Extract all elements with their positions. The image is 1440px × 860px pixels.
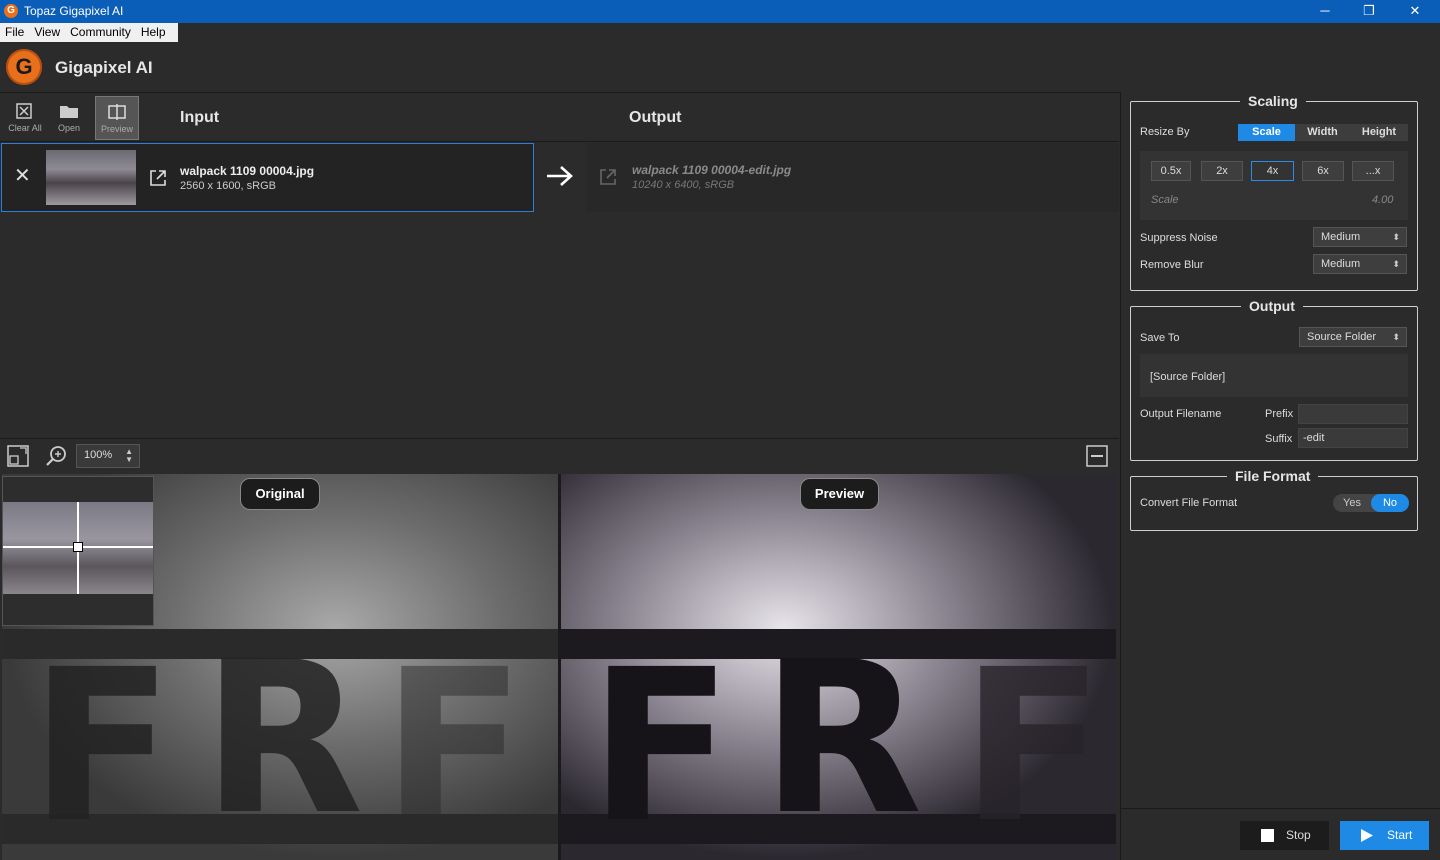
- prefix-label: Prefix: [1265, 408, 1294, 420]
- toggle-yes[interactable]: Yes: [1343, 497, 1361, 509]
- input-header: Input: [180, 109, 220, 126]
- open-button[interactable]: Open: [47, 96, 91, 140]
- output-title: Output: [1241, 298, 1303, 314]
- open-label: Open: [57, 123, 81, 133]
- stop-button[interactable]: Stop: [1240, 821, 1329, 850]
- stop-icon: [1261, 829, 1274, 842]
- stop-label: Stop: [1286, 828, 1311, 842]
- output-header: Output: [629, 109, 682, 126]
- zoom-value: 100%: [84, 449, 113, 461]
- suppress-noise-label: Suppress Noise: [1140, 232, 1218, 244]
- convert-format-label: Convert File Format: [1140, 497, 1238, 509]
- scale-4x-button[interactable]: 4x: [1251, 161, 1294, 181]
- app-icon: G: [4, 4, 18, 18]
- viewer-toolbar: [0, 438, 1119, 473]
- title-bar: G Topaz Gigapixel AI ─ ❐ ✕: [0, 0, 1440, 23]
- gigapixel-logo-icon: G: [6, 49, 42, 85]
- scale-label: Scale: [1151, 194, 1179, 206]
- preview-icon: [108, 104, 126, 120]
- restore-button[interactable]: ❐: [1346, 0, 1392, 23]
- save-to-label: Save To: [1140, 332, 1180, 344]
- play-icon: [1361, 829, 1373, 842]
- scale-value: 4.00: [1372, 194, 1394, 206]
- zoom-icon[interactable]: [44, 444, 68, 468]
- scale-2x-button[interactable]: 2x: [1201, 161, 1243, 181]
- close-window-button[interactable]: ✕: [1392, 0, 1438, 23]
- suffix-label: Suffix: [1265, 433, 1293, 445]
- spinner-icon: ▲ ▼: [125, 447, 133, 464]
- folder-path: [Source Folder]: [1150, 371, 1226, 383]
- arrow-right-icon: [547, 166, 573, 186]
- clear-all-button[interactable]: Clear All: [3, 96, 47, 140]
- file-thumbnail: [46, 150, 136, 205]
- app-name: Gigapixel AI: [55, 58, 153, 77]
- open-external-icon[interactable]: [148, 168, 168, 188]
- preview-button[interactable]: Preview: [95, 96, 139, 140]
- input-file-meta: 2560 x 1600, sRGB: [180, 180, 277, 192]
- zoom-select[interactable]: 100% ▲ ▼: [76, 444, 140, 468]
- suffix-input[interactable]: -edit: [1298, 428, 1408, 448]
- app-header: [0, 42, 1440, 93]
- menu-help[interactable]: Help: [136, 23, 171, 41]
- resize-by-scale[interactable]: Scale: [1238, 124, 1295, 141]
- menu-community[interactable]: Community: [65, 23, 136, 41]
- input-file-row[interactable]: ✕ walpack 1109 00004.jpg 2560 x 1600, sR…: [1, 143, 534, 212]
- scaling-title: Scaling: [1240, 93, 1306, 109]
- minimize-button[interactable]: ─: [1302, 0, 1348, 23]
- updown-arrow-icon: ⬍: [1392, 259, 1400, 269]
- suppress-noise-select[interactable]: Medium ⬍: [1313, 227, 1407, 247]
- updown-arrow-icon: ⬍: [1392, 232, 1400, 242]
- preview-label: Preview: [100, 124, 133, 134]
- scale-custom-button[interactable]: ...x: [1352, 161, 1394, 181]
- remove-blur-label: Remove Blur: [1140, 259, 1204, 271]
- navigator-handle[interactable]: [73, 542, 83, 552]
- folder-path-box[interactable]: [Source Folder]: [1140, 354, 1408, 397]
- collapse-viewer-icon[interactable]: [1085, 444, 1109, 468]
- clear-all-icon: [16, 103, 32, 119]
- divider: [0, 141, 1119, 142]
- scale-6x-button[interactable]: 6x: [1302, 161, 1344, 181]
- start-label: Start: [1387, 828, 1413, 842]
- output-file-meta: 10240 x 6400, sRGB: [632, 179, 735, 191]
- open-external-icon[interactable]: [598, 167, 618, 187]
- clear-all-label: Clear All: [8, 123, 42, 133]
- original-label: Original: [240, 478, 320, 510]
- navigator[interactable]: [2, 476, 154, 626]
- output-file-name: walpack 1109 00004-edit.jpg: [632, 163, 792, 177]
- input-file-name: walpack 1109 00004.jpg: [180, 164, 315, 178]
- toggle-no[interactable]: No: [1371, 494, 1409, 512]
- start-button[interactable]: Start: [1340, 821, 1429, 850]
- fit-view-icon[interactable]: [6, 444, 30, 468]
- resize-by-label: Resize By: [1140, 126, 1190, 138]
- preview-image[interactable]: F R F: [561, 474, 1116, 860]
- scale-0.5x-button[interactable]: 0.5x: [1151, 161, 1191, 181]
- split-divider[interactable]: [558, 474, 561, 860]
- resize-by-height[interactable]: Height: [1350, 124, 1408, 141]
- menu-bar: File View Community Help: [0, 23, 178, 42]
- convert-format-toggle[interactable]: Yes No: [1333, 494, 1409, 512]
- file-format-title: File Format: [1227, 468, 1319, 484]
- save-to-select[interactable]: Source Folder ⬍: [1299, 327, 1407, 347]
- output-filename-label: Output Filename: [1140, 408, 1222, 420]
- window-title: Topaz Gigapixel AI: [24, 4, 124, 18]
- output-file-row: walpack 1109 00004-edit.jpg 10240 x 6400…: [586, 143, 1119, 212]
- folder-icon: [60, 106, 78, 118]
- remove-file-icon[interactable]: ✕: [14, 166, 31, 186]
- resize-by-width[interactable]: Width: [1295, 124, 1350, 141]
- divider: [1120, 808, 1440, 809]
- menu-view[interactable]: View: [29, 23, 65, 41]
- menu-file[interactable]: File: [0, 23, 29, 41]
- prefix-input[interactable]: [1298, 404, 1408, 424]
- remove-blur-select[interactable]: Medium ⬍: [1313, 254, 1407, 274]
- updown-arrow-icon: ⬍: [1392, 332, 1400, 342]
- preview-label: Preview: [800, 478, 879, 510]
